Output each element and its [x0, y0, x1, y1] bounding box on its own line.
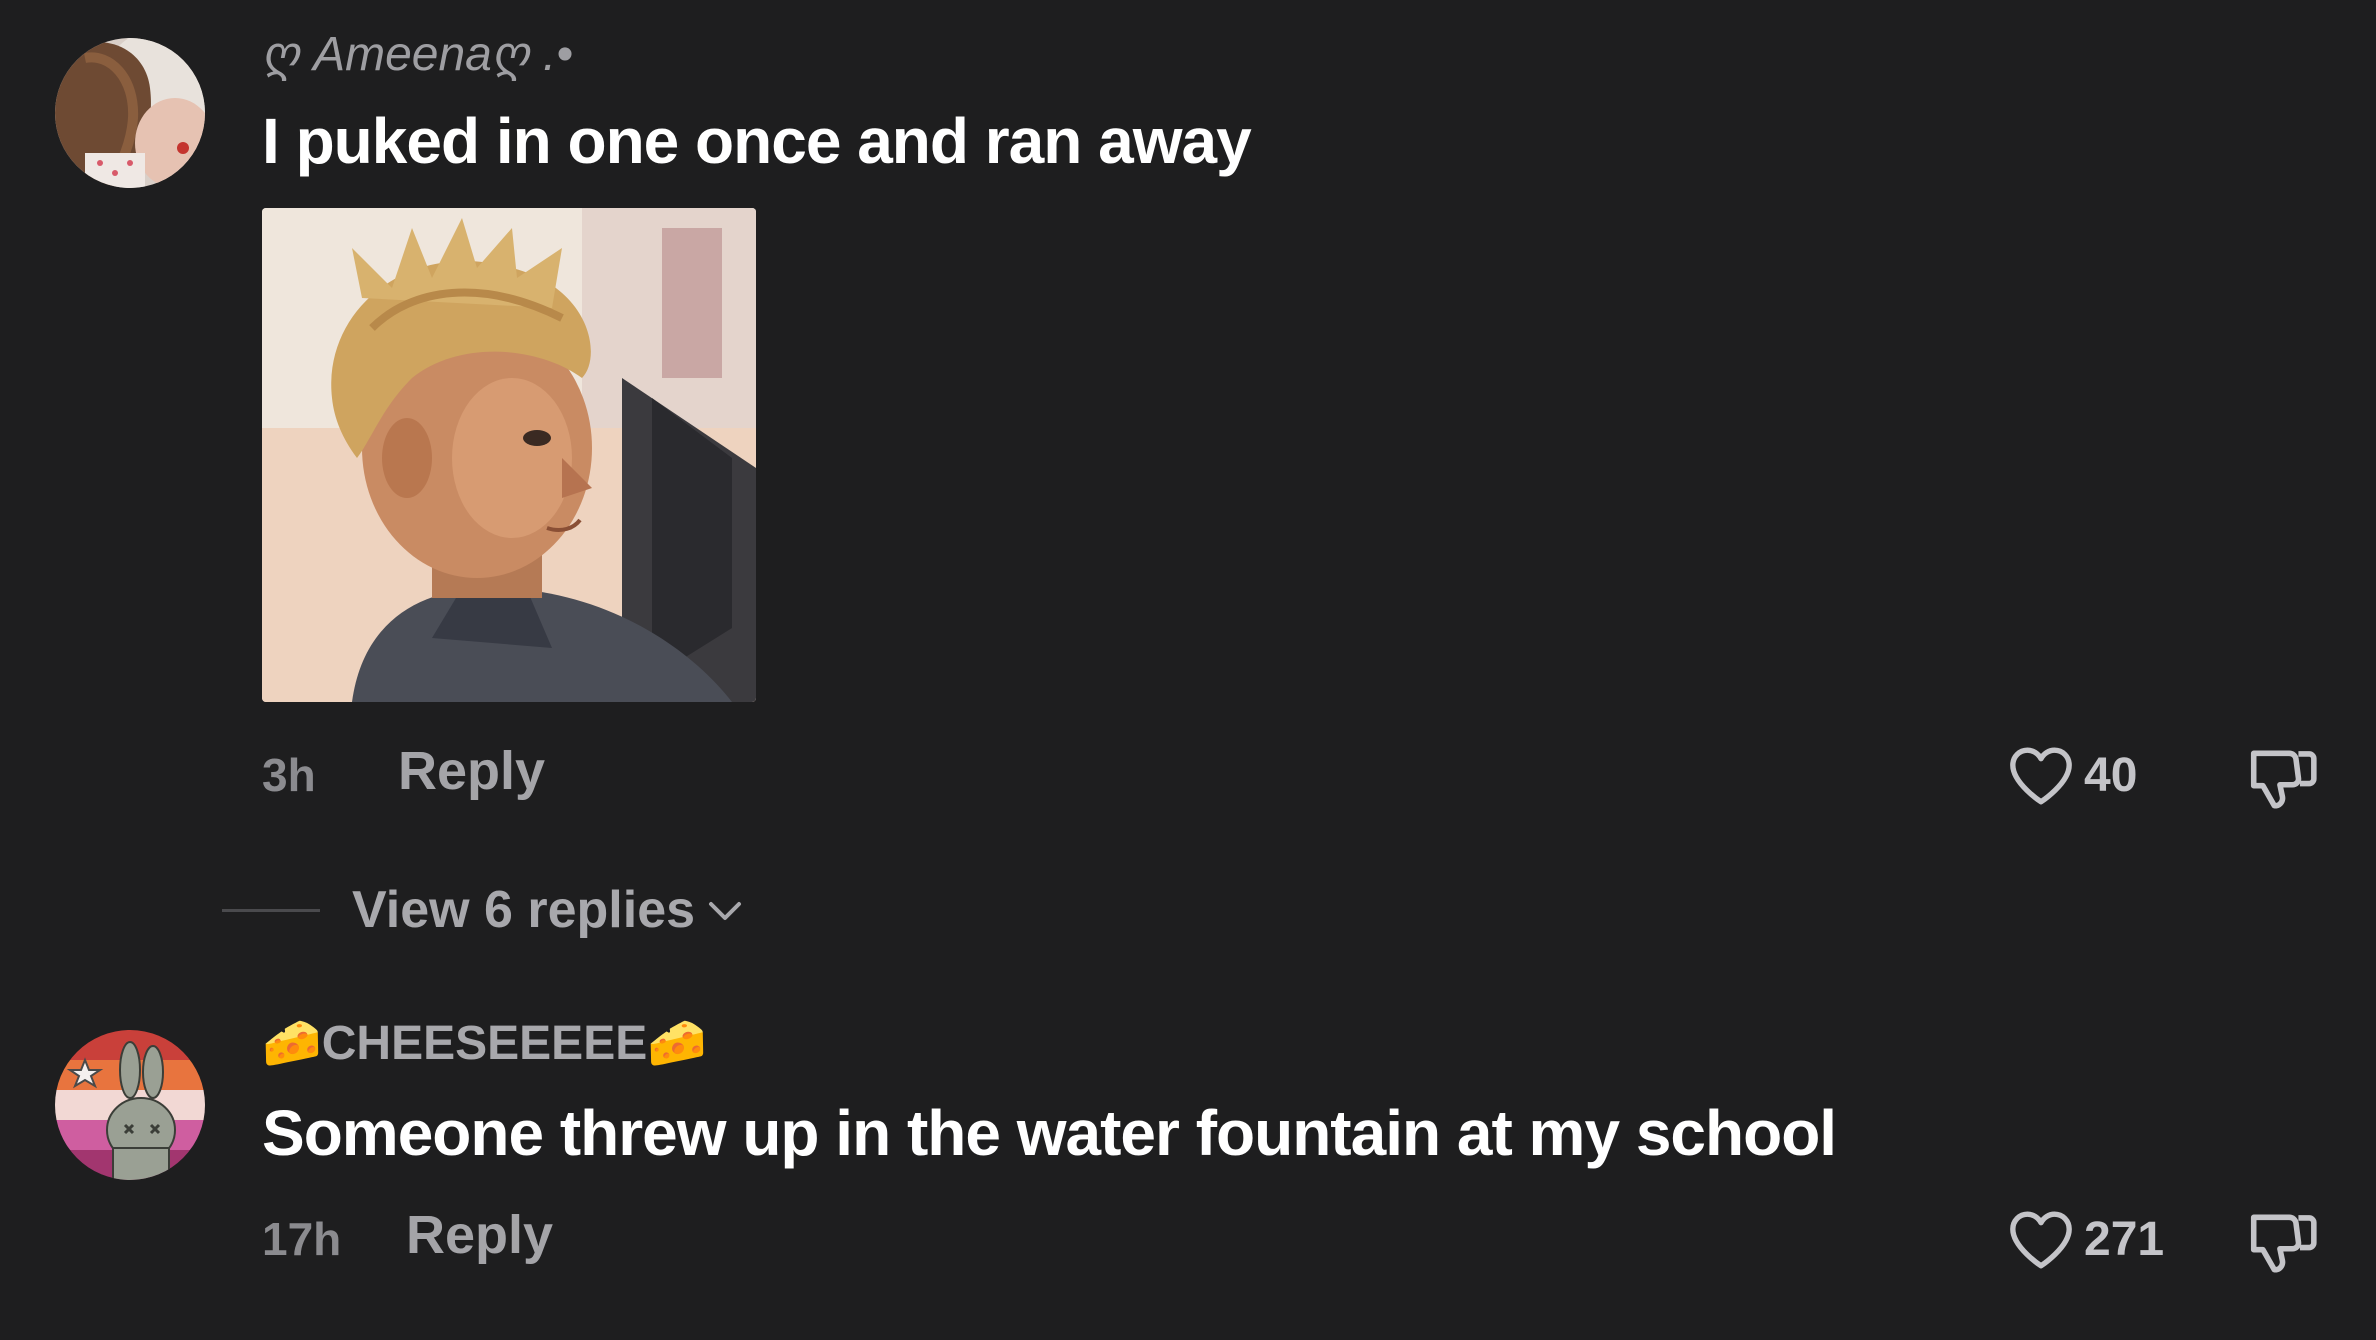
dislike-button[interactable] — [2246, 744, 2320, 817]
thumbs-down-icon — [2250, 750, 2317, 809]
comments-screen: ღ Ameenaღ .• I puked in one once and ran… — [0, 0, 2376, 1340]
like-count: 40 — [2084, 748, 2138, 802]
comment-timestamp: 17h — [262, 1213, 342, 1265]
avatar[interactable] — [55, 38, 205, 188]
dislike-button[interactable] — [2246, 1208, 2320, 1281]
heart-outline-icon — [2010, 1211, 2072, 1269]
view-replies-button[interactable]: View 6 replies — [222, 880, 745, 940]
comment-timestamp: 3h — [262, 749, 316, 801]
gif-image — [262, 208, 756, 702]
heart-outline-icon — [2010, 747, 2072, 805]
thumbs-down-icon — [2250, 1214, 2317, 1273]
avatar-image — [55, 1030, 205, 1180]
avatar-image — [55, 38, 205, 188]
username[interactable]: ღ Ameenaღ .• — [262, 26, 573, 82]
username[interactable]: 🧀CHEESEEEEE🧀 — [262, 1014, 707, 1071]
like-button[interactable]: 271 — [2006, 1208, 2164, 1270]
chevron-down-icon — [709, 902, 742, 920]
divider-line — [222, 908, 320, 912]
comment-text: I puked in one once and ran away — [262, 105, 1252, 177]
view-replies-label: View 6 replies — [352, 881, 696, 939]
like-button[interactable]: 40 — [2006, 744, 2137, 806]
avatar[interactable] — [55, 1030, 205, 1180]
gif-attachment[interactable] — [262, 208, 756, 702]
reply-button[interactable]: Reply — [406, 1204, 553, 1266]
like-count: 271 — [2084, 1212, 2165, 1266]
comment-text: Someone threw up in the water fountain a… — [262, 1097, 1837, 1169]
reply-button[interactable]: Reply — [398, 740, 545, 802]
